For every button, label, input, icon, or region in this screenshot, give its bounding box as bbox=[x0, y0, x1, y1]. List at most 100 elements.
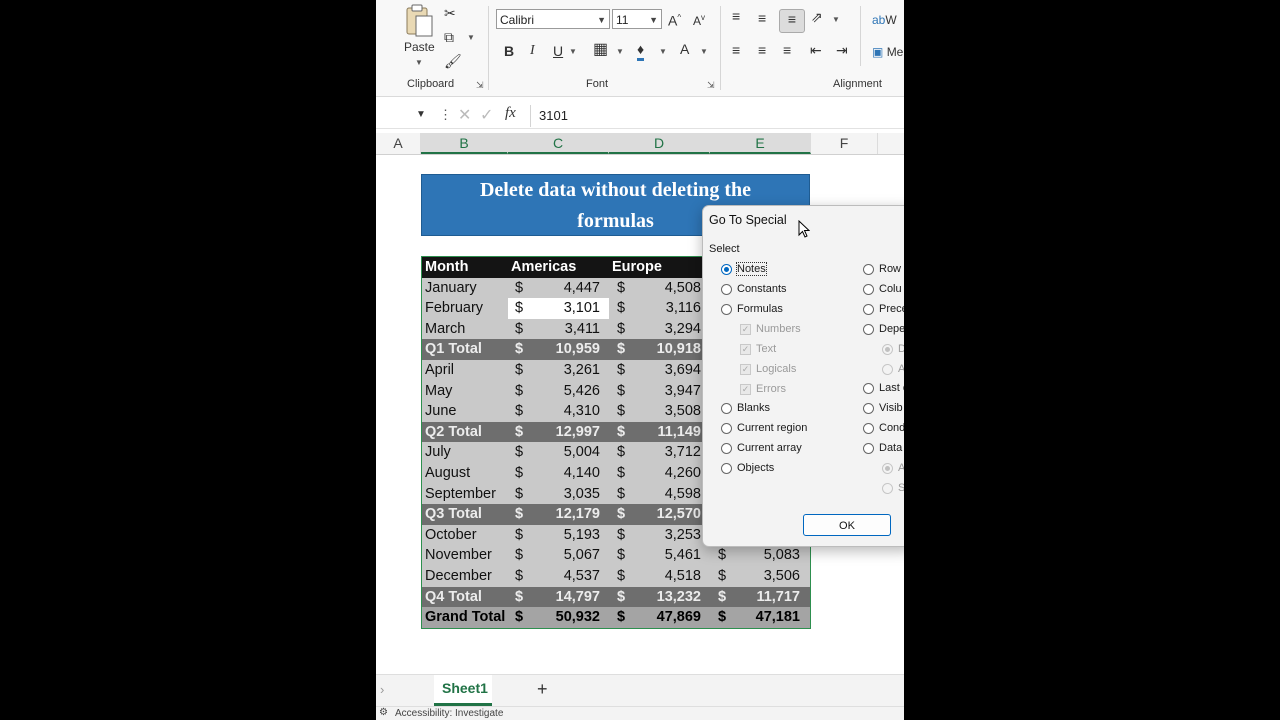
font-color-button[interactable]: A bbox=[680, 40, 689, 58]
cell-europe[interactable]: 3,694 bbox=[665, 360, 701, 381]
dialog-launcher-icon[interactable]: ⇲ bbox=[476, 80, 484, 91]
option-precedents[interactable]: Prece bbox=[879, 303, 904, 315]
cell-currency[interactable]: $ bbox=[617, 360, 625, 381]
radio-formulas[interactable] bbox=[721, 304, 732, 315]
name-box[interactable]: ▼ bbox=[376, 105, 430, 127]
cell-currency[interactable]: $ bbox=[617, 339, 625, 360]
cell-currency[interactable]: $ bbox=[515, 319, 523, 340]
cancel-icon[interactable]: ✕ bbox=[458, 105, 471, 125]
cell-month[interactable]: April bbox=[425, 360, 454, 381]
cell-currency[interactable]: $ bbox=[515, 566, 523, 587]
cell-currency[interactable]: $ bbox=[617, 422, 625, 443]
sheet-tab[interactable]: Sheet1 bbox=[434, 675, 492, 706]
cell-currency[interactable]: $ bbox=[617, 278, 625, 299]
cell-currency[interactable]: $ bbox=[515, 339, 523, 360]
align-right-icon[interactable]: ≡ bbox=[783, 41, 791, 59]
radio-notes[interactable] bbox=[721, 264, 732, 275]
cell-americas[interactable]: 5,067 bbox=[564, 545, 600, 566]
header-americas[interactable]: Americas bbox=[511, 257, 576, 278]
borders-icon[interactable]: ▦ bbox=[593, 41, 608, 59]
cell-currency[interactable]: $ bbox=[515, 484, 523, 505]
cell-currency[interactable]: $ bbox=[617, 504, 625, 525]
align-center-icon[interactable]: ≡ bbox=[758, 41, 766, 59]
add-sheet-button[interactable]: + bbox=[537, 679, 548, 700]
cell-month[interactable]: February bbox=[425, 298, 483, 319]
cell-currency[interactable]: $ bbox=[617, 525, 625, 546]
radio-current-array[interactable] bbox=[721, 443, 732, 454]
radio-constants[interactable] bbox=[721, 284, 732, 295]
accessibility-status[interactable]: Accessibility: Investigate bbox=[395, 708, 503, 719]
cell-month[interactable]: May bbox=[425, 381, 452, 402]
cell-europe[interactable]: 4,508 bbox=[665, 278, 701, 299]
more-options-icon[interactable]: ⋮ bbox=[439, 107, 452, 123]
radio-conditional-formats[interactable] bbox=[863, 423, 874, 434]
radio-precedents[interactable] bbox=[863, 304, 874, 315]
cell-month[interactable]: August bbox=[425, 463, 470, 484]
align-left-icon[interactable]: ≡ bbox=[732, 41, 740, 59]
increase-indent-icon[interactable]: ⇥ bbox=[836, 41, 848, 59]
cell-month[interactable]: Grand Total bbox=[425, 607, 505, 628]
radio-row-differences[interactable] bbox=[863, 264, 874, 275]
column-header-a[interactable]: A bbox=[376, 133, 421, 154]
format-painter-icon[interactable]: 🖌 bbox=[444, 52, 462, 70]
orientation-icon[interactable]: ⇗ bbox=[811, 8, 823, 26]
chevron-down-icon[interactable]: ▼ bbox=[415, 58, 423, 67]
cell-month[interactable]: Q2 Total bbox=[425, 422, 482, 443]
option-notes[interactable]: Notes bbox=[736, 262, 767, 276]
header-europe[interactable]: Europe bbox=[612, 257, 662, 278]
cell-currency[interactable]: $ bbox=[515, 587, 523, 608]
option-blanks[interactable]: Blanks bbox=[737, 402, 770, 414]
cell-currency[interactable]: $ bbox=[515, 278, 523, 299]
dialog-launcher-icon[interactable]: ⇲ bbox=[707, 80, 715, 91]
cell-europe[interactable]: 10,918 bbox=[657, 339, 701, 360]
cell-currency[interactable]: $ bbox=[617, 298, 625, 319]
column-header-b[interactable]: B bbox=[421, 133, 508, 154]
grow-font-button[interactable]: A^ bbox=[668, 9, 681, 30]
cell-currency[interactable]: $ bbox=[515, 381, 523, 402]
cell-americas[interactable]: 4,537 bbox=[564, 566, 600, 587]
font-name-combo[interactable]: Calibri ▼ bbox=[496, 9, 610, 29]
cell-currency[interactable]: $ bbox=[515, 607, 523, 628]
cell-currency[interactable]: $ bbox=[515, 360, 523, 381]
cell-americas[interactable]: 5,004 bbox=[564, 442, 600, 463]
cell-month[interactable]: Q1 Total bbox=[425, 339, 482, 360]
cell-currency[interactable]: $ bbox=[515, 545, 523, 566]
radio-dependents[interactable] bbox=[863, 324, 874, 335]
cell-currency[interactable]: $ bbox=[515, 463, 523, 484]
cell-europe[interactable]: 3,116 bbox=[666, 298, 701, 319]
cell-currency[interactable]: $ bbox=[515, 442, 523, 463]
cell-month[interactable]: June bbox=[425, 401, 456, 422]
option-column-differences[interactable]: Colu bbox=[879, 283, 902, 295]
cell-europe[interactable]: 3,253 bbox=[665, 525, 701, 546]
shrink-font-button[interactable]: Av bbox=[693, 9, 705, 30]
radio-column-differences[interactable] bbox=[863, 284, 874, 295]
option-constants[interactable]: Constants bbox=[737, 283, 787, 295]
fill-color-icon[interactable]: ♦ bbox=[637, 40, 645, 61]
cell-currency[interactable]: $ bbox=[515, 525, 523, 546]
formula-input[interactable]: 3101 bbox=[530, 105, 904, 127]
column-header-f[interactable]: F bbox=[811, 133, 878, 154]
cell-americas[interactable]: 12,179 bbox=[556, 504, 600, 525]
cell-east[interactable]: 47,181 bbox=[756, 607, 800, 628]
cell-east[interactable]: 11,717 bbox=[756, 587, 800, 608]
cell-europe[interactable]: 3,294 bbox=[665, 319, 701, 340]
radio-current-region[interactable] bbox=[721, 423, 732, 434]
cell-americas[interactable]: 14,797 bbox=[556, 587, 600, 608]
cell-currency[interactable]: $ bbox=[515, 422, 523, 443]
cell-americas[interactable]: 4,447 bbox=[564, 278, 600, 299]
radio-last-cell[interactable] bbox=[863, 383, 874, 394]
chevron-down-icon[interactable]: ▼ bbox=[616, 47, 624, 56]
cell-americas[interactable]: 5,426 bbox=[564, 381, 600, 402]
underline-button[interactable]: U bbox=[553, 42, 563, 60]
cell-europe[interactable]: 47,869 bbox=[657, 607, 701, 628]
cell-month[interactable]: October bbox=[425, 525, 477, 546]
ok-button[interactable]: OK bbox=[803, 514, 891, 536]
cell-europe[interactable]: 3,508 bbox=[665, 401, 701, 422]
cell-currency[interactable]: $ bbox=[617, 463, 625, 484]
option-current-array[interactable]: Current array bbox=[737, 442, 802, 454]
radio-data-validation[interactable] bbox=[863, 443, 874, 454]
option-current-region[interactable]: Current region bbox=[737, 422, 807, 434]
insert-function-button[interactable]: fx bbox=[505, 105, 516, 122]
chevron-down-icon[interactable]: ▼ bbox=[659, 47, 667, 56]
cell-europe[interactable]: 4,260 bbox=[665, 463, 701, 484]
